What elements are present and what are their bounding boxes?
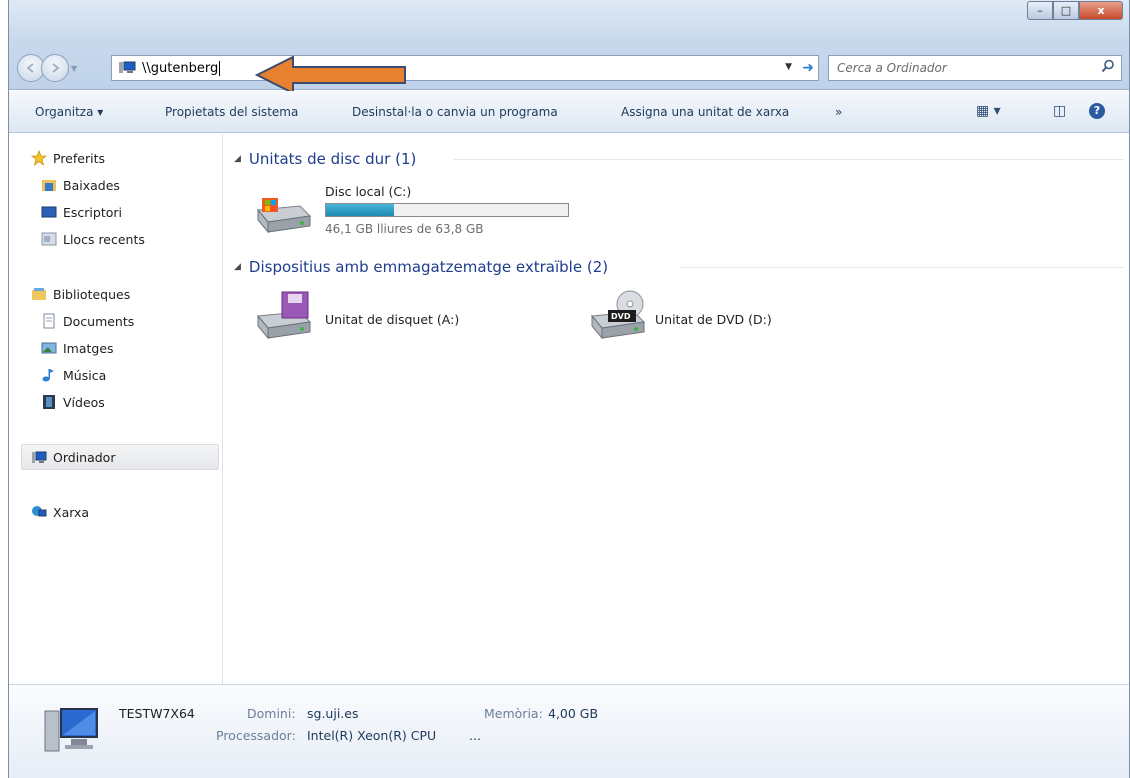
computer-icon [32,451,47,463]
sidebar-item-recent-places[interactable]: Llocs recents [41,231,145,247]
sidebar-item-computer[interactable]: Ordinador [31,449,115,465]
forward-button[interactable] [41,54,69,82]
group-header-hard-disks[interactable]: ◢ Unitats de disc dur (1) [234,150,416,168]
sidebar-item-label: Escriptori [63,204,122,220]
sidebar-item-label: Llocs recents [63,231,145,247]
drive-label: Unitat de disquet (A:) [325,312,460,327]
processor-more: ... [469,728,481,743]
details-pane: TESTW7X64 Domini: sg.uji.es Memòria: 4,0… [9,684,1129,778]
recent-pages-dropdown[interactable]: ▼ [71,64,77,73]
sidebar-item-label: Baixades [63,177,120,193]
divider [680,267,1124,268]
minimize-button[interactable]: – [1027,1,1053,20]
dvd-badge: DVD [611,312,631,321]
command-toolbar: Organitza ▾ Propietats del sistema Desin… [9,91,1129,133]
sidebar-item-libraries[interactable]: Biblioteques [31,286,130,302]
address-bar[interactable]: \\gutenberg ▼ ➜ [111,55,819,81]
collapse-triangle-icon[interactable]: ◢ [234,154,241,164]
domain-value: sg.uji.es [307,706,359,721]
drive-label: Disc local (C:) [325,184,412,199]
sidebar-item-downloads[interactable]: Baixades [41,177,120,193]
close-button[interactable]: x [1079,1,1123,20]
search-placeholder: Cerca a Ordinador [837,61,947,75]
sidebar-item-pictures[interactable]: Imatges [41,340,114,356]
domain-label: Domini: [247,706,296,721]
address-input[interactable]: \\gutenberg [142,60,221,76]
computer-icon [119,61,136,73]
sidebar-item-music[interactable]: Música [41,367,106,383]
preview-pane-icon[interactable]: ◫ [1053,103,1066,119]
sidebar-item-label: Ordinador [53,449,116,465]
sidebar-item-label: Documents [63,313,135,329]
memory-value: 4,00 GB [548,706,599,721]
group-header-removable[interactable]: ◢ Dispositius amb emmagatzematge extraïb… [234,258,608,276]
group-title: Dispositius amb emmagatzematge extraïble… [248,258,609,276]
address-dropdown-icon[interactable]: ▼ [785,62,792,72]
downloads-folder-icon [42,180,56,191]
sidebar-item-label: Imatges [63,340,114,356]
organize-menu[interactable]: Organitza ▾ [35,105,103,119]
sidebar-item-label: Biblioteques [53,286,131,302]
floppy-drive-icon [257,291,312,340]
collapse-triangle-icon[interactable]: ◢ [234,262,241,272]
sidebar-item-documents[interactable]: Documents [41,313,134,329]
annotation-arrow-icon [255,55,406,95]
navigation-pane: Preferits Baixades Escriptori Llocs rece… [9,134,223,684]
computer-large-icon [44,708,98,752]
uninstall-program-button[interactable]: Desinstal·la o canvia un programa [352,105,558,119]
window-controls: – □ x [1027,1,1123,20]
music-note-icon [42,369,54,382]
documents-icon [43,313,55,329]
search-box[interactable]: Cerca a Ordinador [828,55,1122,81]
disk-usage-fill [326,204,394,216]
sidebar-item-network[interactable]: Xarxa [31,504,89,520]
network-icon [32,506,47,517]
processor-value: Intel(R) Xeon(R) CPU [307,728,437,743]
drive-free-space: 46,1 GB lliures de 63,8 GB [325,222,484,236]
drive-label: Unitat de DVD (D:) [655,312,772,327]
navigation-buttons: ▼ [17,54,77,82]
sidebar-item-label: Vídeos [63,394,105,410]
content-pane: ◢ Unitats de disc dur (1) Disc local (C:… [224,134,1129,684]
sidebar-item-label: Xarxa [53,504,90,520]
group-title: Unitats de disc dur (1) [248,150,417,168]
divider [454,159,1124,160]
sidebar-item-videos[interactable]: Vídeos [41,394,105,410]
computer-name: TESTW7X64 [119,706,195,721]
system-properties-button[interactable]: Propietats del sistema [165,105,298,119]
libraries-icon [32,288,46,300]
sidebar-item-desktop[interactable]: Escriptori [41,204,122,220]
more-commands-button[interactable]: » [835,105,842,119]
sidebar-item-label: Música [63,367,107,383]
pictures-icon [41,342,57,354]
disk-usage-bar [325,203,569,217]
help-icon[interactable]: ? [1089,103,1105,119]
film-icon [43,395,55,409]
processor-label: Processador: [216,728,296,743]
title-bar: – □ x ▼ \\gutenberg ▼ ➜ Cerca a Ordinado… [9,0,1129,90]
hard-drive-icon [257,198,312,234]
explorer-window: – □ x ▼ \\gutenberg ▼ ➜ Cerca a Ordinado… [8,0,1130,778]
desktop-icon [41,206,57,218]
memory-label: Memòria: [484,706,543,721]
recent-places-icon [41,232,57,246]
back-arrow-icon [26,63,34,73]
sidebar-item-favorites[interactable]: Preferits [31,150,105,166]
forward-arrow-icon [52,63,60,73]
search-icon[interactable] [1101,59,1115,73]
go-arrow-icon[interactable]: ➜ [802,60,814,76]
map-network-drive-button[interactable]: Assigna una unitat de xarxa [621,105,789,119]
maximize-button[interactable]: □ [1053,1,1079,20]
sidebar-item-label: Preferits [53,150,105,166]
star-icon [31,150,47,166]
change-view-icon[interactable]: ▦ ▾ [976,103,1001,119]
